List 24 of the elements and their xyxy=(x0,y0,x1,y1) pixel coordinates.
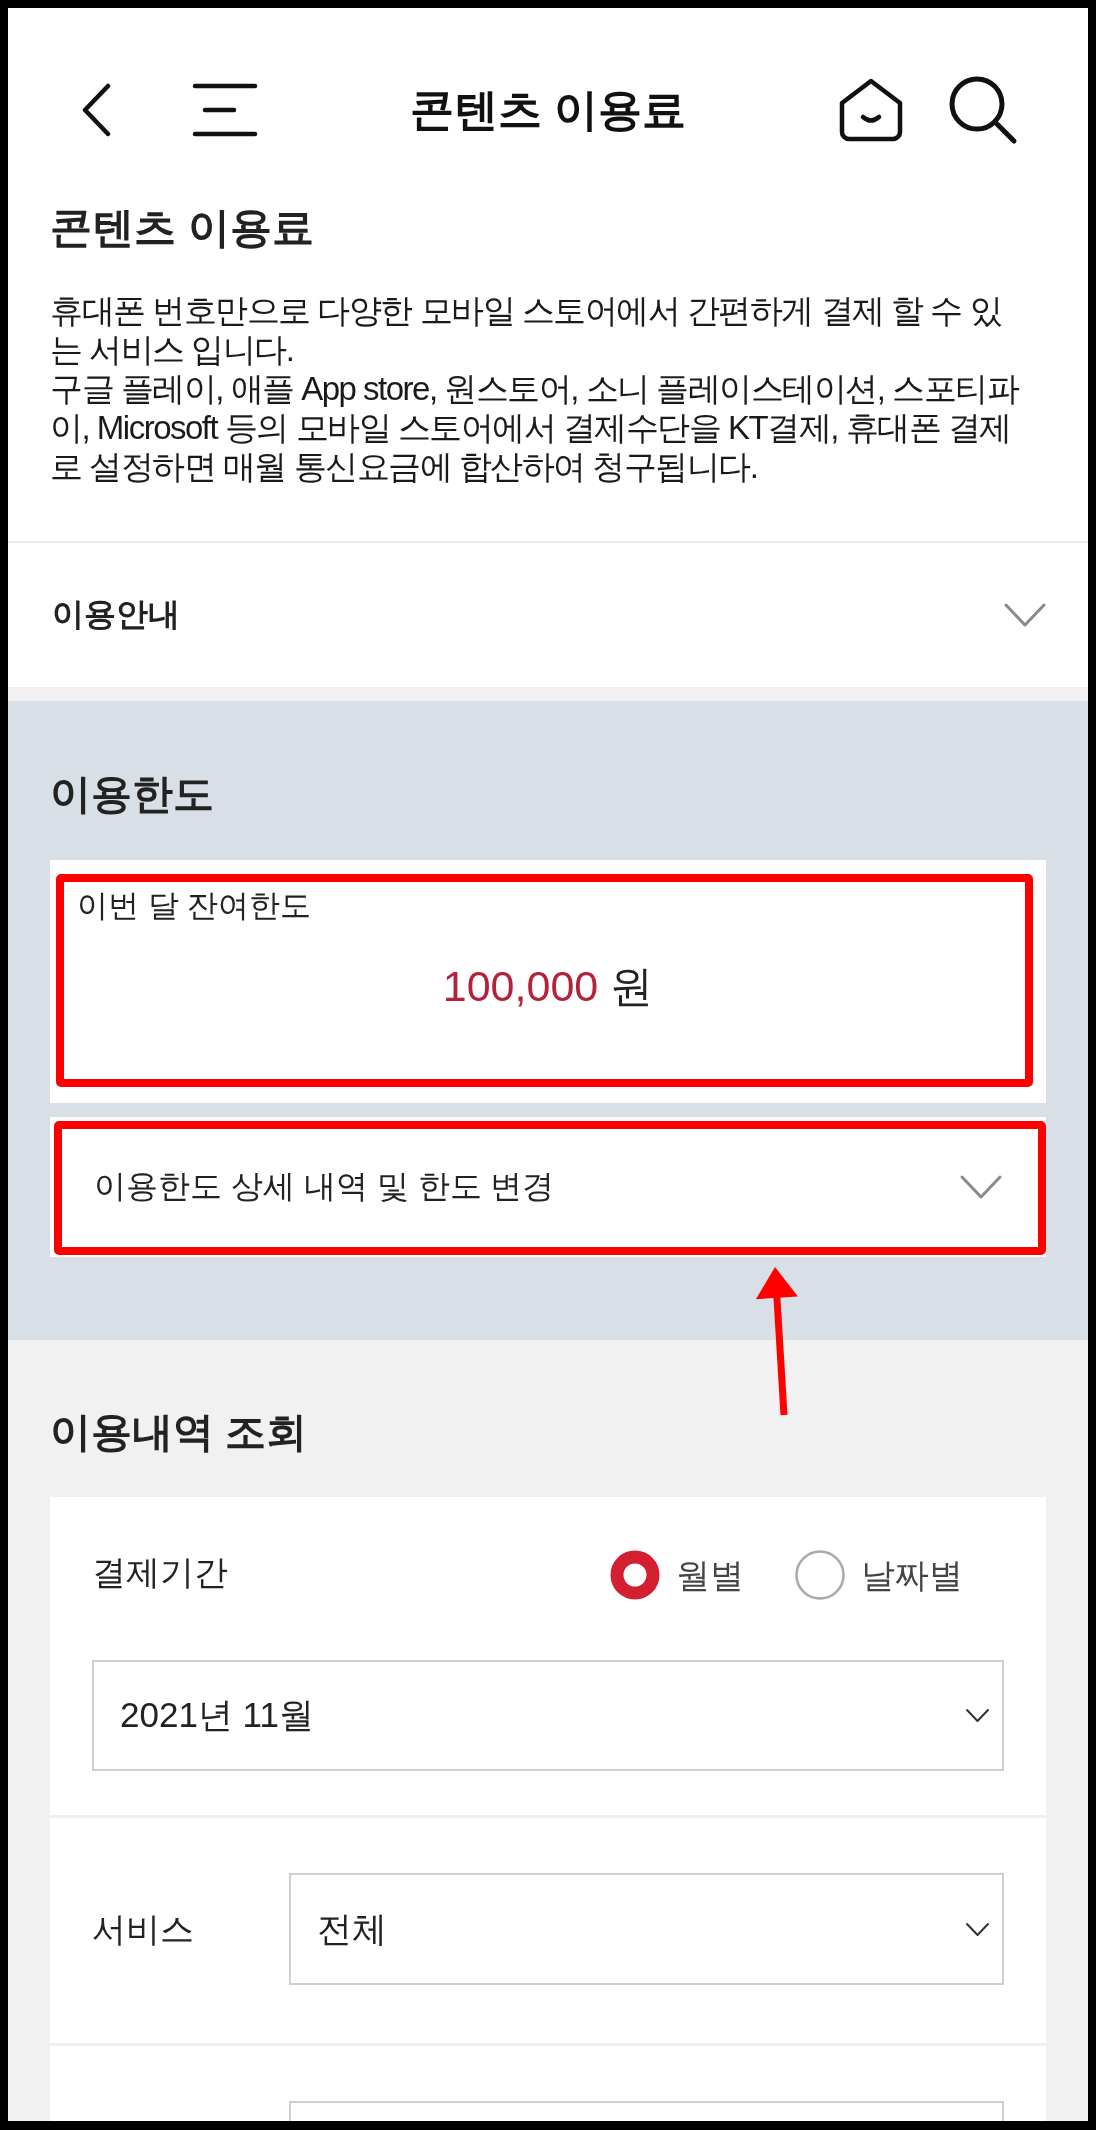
radio-icon[interactable] xyxy=(795,1550,845,1600)
amount-value: 100,000 xyxy=(442,961,599,1012)
page-title: 콘텐츠 이용료 xyxy=(409,84,687,136)
amount-unit: 원 xyxy=(610,961,654,1012)
radio-option[interactable]: 날짜별 xyxy=(795,1550,963,1600)
description-text: 휴대폰 번호만으로 다양한 모바일 스토어에서 간편하게 결제 할 수 있는 서비스 입니다. xyxy=(50,291,1003,369)
home-icon[interactable] xyxy=(838,77,904,143)
section-title: 콘텐츠 이용료 xyxy=(50,203,315,253)
select-field[interactable]: 전체 xyxy=(289,1873,1004,1985)
description-text: 구글 플레이, 애플 App store, 원스토어, 소니 플레이스테이션, 스포티파이, Microsoft 등의 모바일 스토어에서 결제수단을 KT결제, 휴대폰 결제로 설정하면 매월 통신요금에 합산하여 청구됩니다. xyxy=(50,369,1020,486)
field-label: 결제기간 xyxy=(92,1552,228,1593)
section-title: 이용내역 조회 xyxy=(50,1408,309,1457)
back-icon[interactable] xyxy=(81,83,111,137)
field-label: 서비스 xyxy=(92,1909,195,1950)
chevron-icon[interactable] xyxy=(965,1708,990,1723)
accordion-toggle[interactable]: 이용안내 xyxy=(8,543,1088,687)
section-title: 이용한도 xyxy=(50,770,215,819)
limit-label: 이번 달 잔여한도 xyxy=(77,887,312,925)
menu-icon[interactable] xyxy=(192,82,258,138)
search-icon[interactable] xyxy=(948,75,1018,145)
chevron-icon[interactable] xyxy=(965,1921,990,1937)
radio-option[interactable]: 월별 xyxy=(610,1550,744,1600)
select-field[interactable]: 2021년 11월 xyxy=(92,1660,1004,1771)
radio-icon[interactable] xyxy=(610,1550,660,1600)
